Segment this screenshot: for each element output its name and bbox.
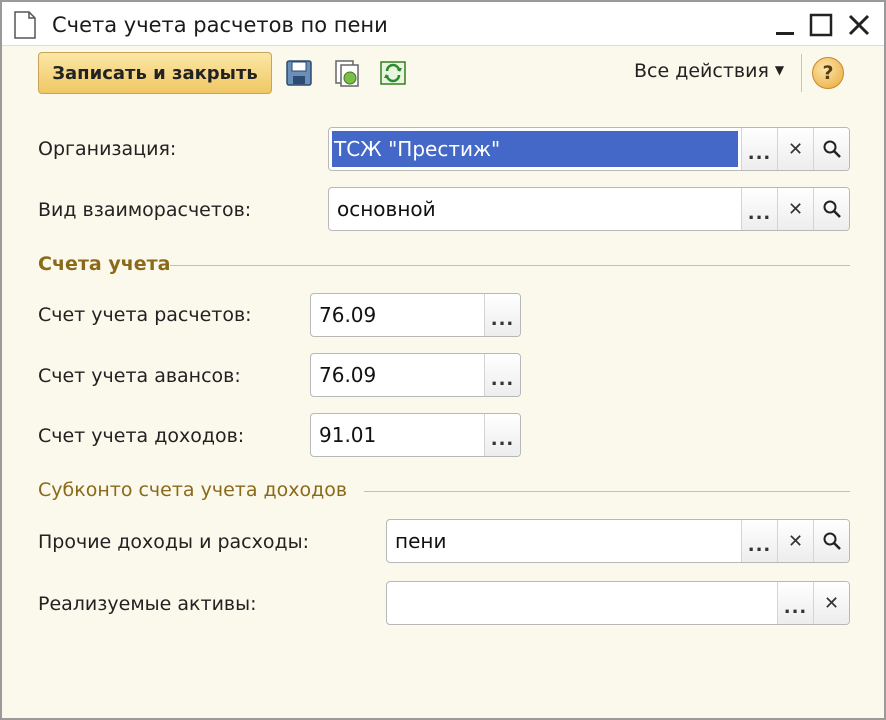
assets-value[interactable] (387, 582, 777, 624)
settlement-type-search-button[interactable] (813, 188, 849, 230)
advance-account-value[interactable]: 76.09 (311, 354, 484, 396)
title-bar: Счета учета расчетов по пени (2, 2, 884, 46)
settlement-type-label: Вид взаиморасчетов: (38, 199, 252, 221)
advance-account-field[interactable]: 76.09 ... (310, 353, 521, 397)
settlement-type-clear-button[interactable]: ✕ (777, 188, 813, 230)
refresh-icon[interactable] (378, 58, 408, 88)
assets-label: Реализуемые активы: (38, 593, 257, 615)
income-account-label: Счет учета доходов: (38, 425, 245, 447)
income-account-value[interactable]: 91.01 (311, 414, 484, 456)
assets-clear-button[interactable]: ✕ (813, 582, 849, 624)
save-and-close-button[interactable]: Записать и закрыть (38, 52, 272, 94)
settlement-account-field[interactable]: 76.09 ... (310, 293, 521, 337)
subconto-group-title: Субконто счета учета доходов (38, 479, 348, 501)
other-income-field[interactable]: пени ... ✕ (386, 519, 850, 563)
other-income-label: Прочие доходы и расходы: (38, 531, 310, 553)
organization-clear-button[interactable]: ✕ (777, 128, 813, 170)
toolbar-divider (801, 54, 802, 92)
accounts-group-title: Счета учета (38, 253, 171, 275)
organization-field[interactable]: ТСЖ "Престиж" ... ✕ (328, 127, 850, 171)
other-income-select-button[interactable]: ... (741, 520, 777, 562)
all-actions-menu[interactable]: Все действия ▼ (634, 60, 784, 82)
settlement-account-label: Счет учета расчетов: (38, 304, 252, 326)
window-title: Счета учета расчетов по пени (52, 13, 388, 37)
organization-label: Организация: (38, 138, 177, 160)
search-icon (823, 532, 841, 550)
settlement-type-select-button[interactable]: ... (741, 188, 777, 230)
other-income-clear-button[interactable]: ✕ (777, 520, 813, 562)
search-icon (823, 140, 841, 158)
organization-select-button[interactable]: ... (741, 128, 777, 170)
organization-value[interactable]: ТСЖ "Престиж" (332, 131, 738, 167)
accounts-group-divider (170, 265, 850, 266)
settlement-account-select-button[interactable]: ... (484, 294, 520, 336)
other-income-search-button[interactable] (813, 520, 849, 562)
other-income-value[interactable]: пени (387, 520, 741, 562)
search-icon (823, 200, 841, 218)
settlement-account-value[interactable]: 76.09 (311, 294, 484, 336)
all-actions-label: Все действия (634, 60, 769, 82)
settlement-type-value[interactable]: основной (329, 188, 741, 230)
maximize-icon[interactable] (806, 10, 836, 40)
chevron-down-icon: ▼ (774, 63, 785, 77)
help-button[interactable]: ? (812, 57, 844, 89)
advance-account-label: Счет учета авансов: (38, 365, 241, 387)
minimize-icon[interactable] (770, 10, 800, 40)
form-window: Счета учета расчетов по пени Записать и … (0, 0, 886, 720)
advance-account-select-button[interactable]: ... (484, 354, 520, 396)
subconto-group-divider (364, 491, 850, 492)
save-icon[interactable] (284, 58, 314, 88)
assets-select-button[interactable]: ... (777, 582, 813, 624)
assets-field[interactable]: ... ✕ (386, 581, 850, 625)
settlement-type-field[interactable]: основной ... ✕ (328, 187, 850, 231)
organization-search-button[interactable] (813, 128, 849, 170)
document-icon (14, 11, 36, 39)
income-account-field[interactable]: 91.01 ... (310, 413, 521, 457)
save-copy-icon[interactable] (332, 58, 362, 88)
income-account-select-button[interactable]: ... (484, 414, 520, 456)
close-icon[interactable] (844, 10, 874, 40)
